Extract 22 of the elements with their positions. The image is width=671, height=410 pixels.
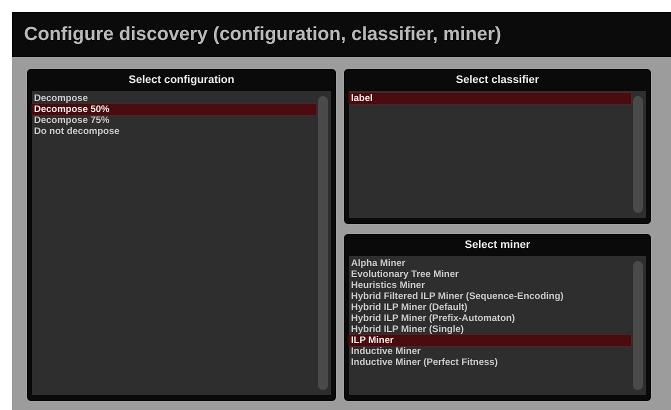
list-item[interactable]: Hybrid Filtered ILP Miner (Sequence-Encoding) <box>349 291 631 302</box>
list-item[interactable]: Alpha Miner <box>349 258 631 269</box>
list-item[interactable]: Heuristics Miner <box>349 280 631 291</box>
scrollbar[interactable] <box>318 96 328 390</box>
panel-title: Select classifier <box>454 73 540 88</box>
panel-title: Select configuration <box>128 73 236 88</box>
list-item[interactable]: Decompose 50% <box>32 104 316 115</box>
list-item[interactable]: Do not decompose <box>32 126 316 137</box>
list-item[interactable]: ILP Miner <box>349 335 631 346</box>
panel-title: Select miner <box>464 238 532 253</box>
scrollbar[interactable] <box>633 96 643 213</box>
scrollbar[interactable] <box>633 261 643 390</box>
list-item[interactable]: Decompose <box>32 93 316 104</box>
window-title: Configure discovery (configuration, classifier, miner) <box>24 24 502 46</box>
list-item[interactable]: Inductive Miner <box>349 346 631 357</box>
list-item[interactable]: Hybrid ILP Miner (Prefix-Automaton) <box>349 313 631 324</box>
list-item[interactable]: Decompose 75% <box>32 115 316 126</box>
list-item[interactable]: label <box>349 93 631 104</box>
list-item[interactable]: Evolutionary Tree Miner <box>349 269 631 280</box>
list-item[interactable]: Hybrid ILP Miner (Single) <box>349 324 631 335</box>
list-item[interactable]: Inductive Miner (Perfect Fitness) <box>349 357 631 368</box>
list-item[interactable]: Hybrid ILP Miner (Default) <box>349 302 631 313</box>
